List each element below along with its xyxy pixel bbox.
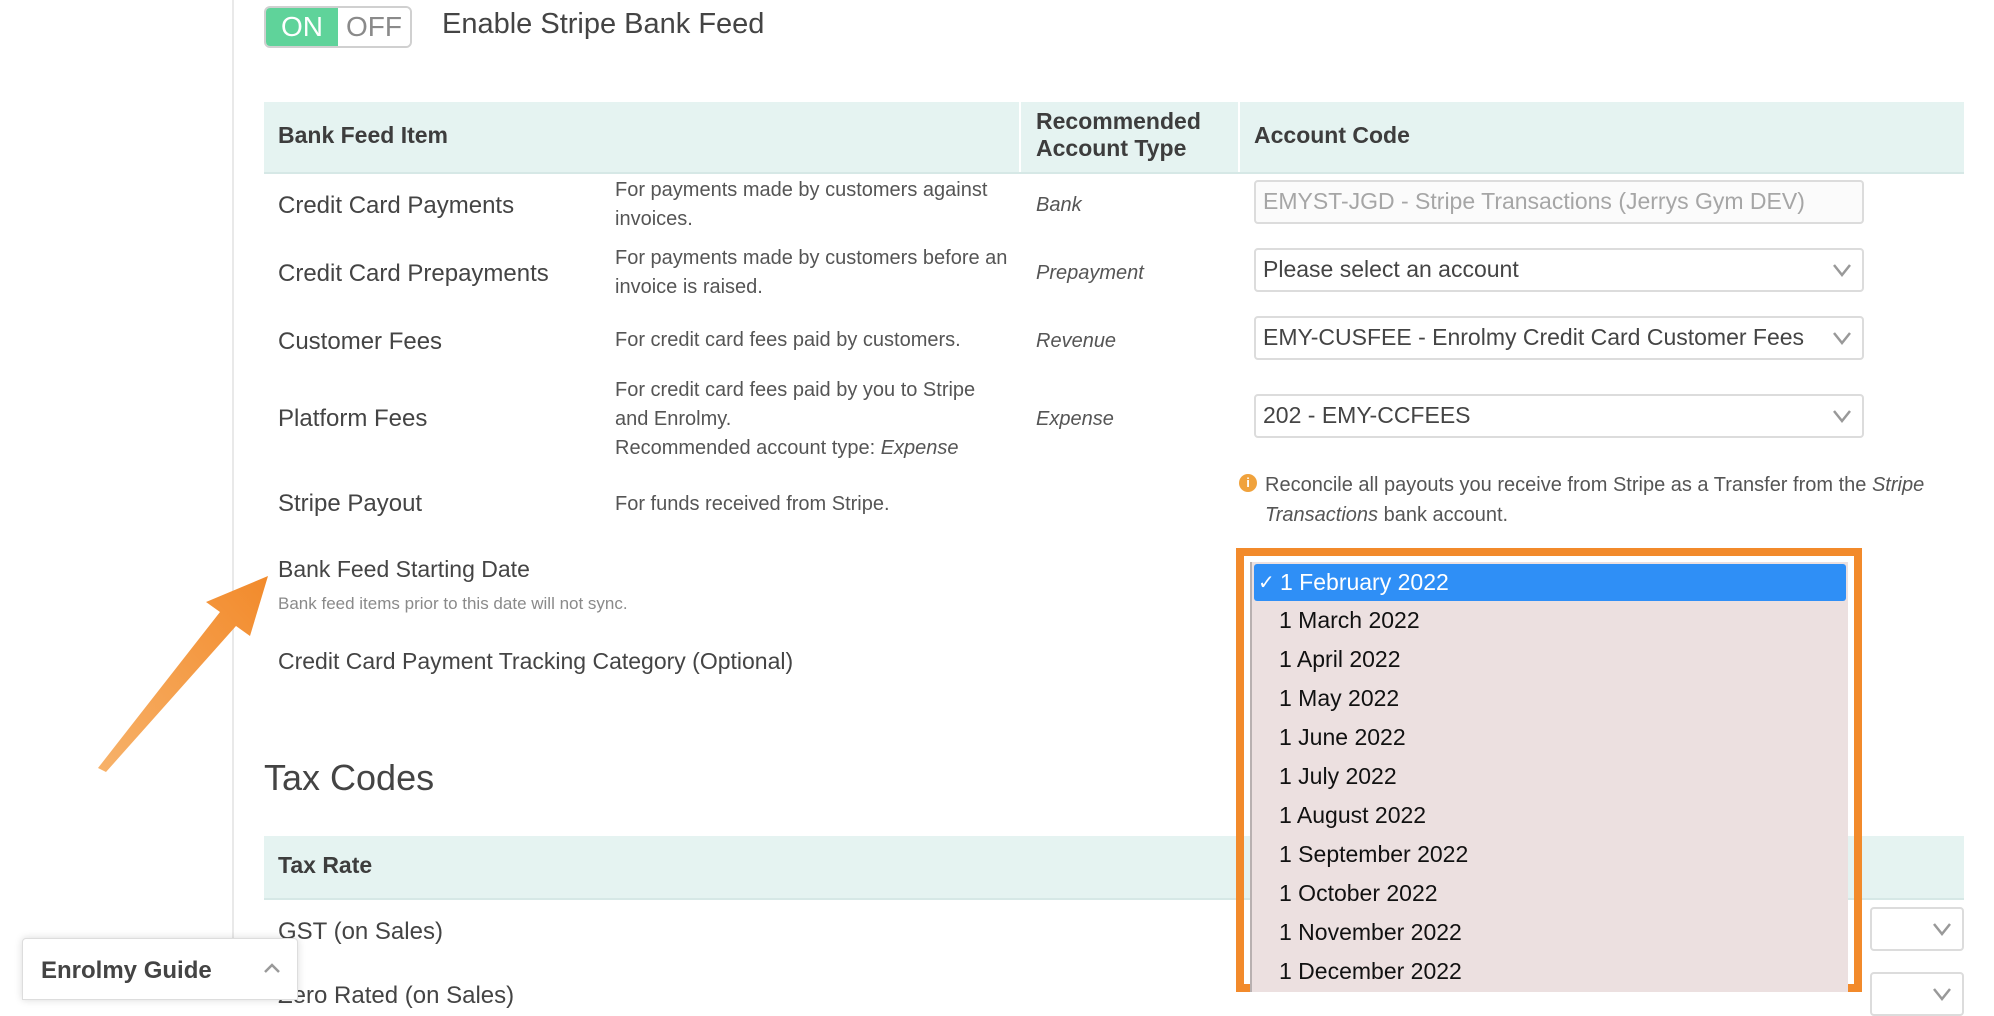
dropdown-option-label: 1 February 2022 xyxy=(1280,569,1449,595)
header-divider xyxy=(1019,102,1021,172)
desc-line: For payments made by customers against xyxy=(615,179,988,201)
dropdown-option-label: 1 September 2022 xyxy=(1279,841,1469,867)
account-select-credit-card-prepayments[interactable]: Please select an account xyxy=(1254,248,1864,292)
desc-line: For credit card fees paid by you to Stri… xyxy=(615,379,976,401)
row-label-stripe-payout: Stripe Payout xyxy=(278,490,423,517)
desc-line: and Enrolmy. xyxy=(615,408,732,430)
dropdown-option[interactable]: 1 August 2022 xyxy=(1252,796,1848,835)
select-value: Please select an account xyxy=(1263,256,1519,282)
dropdown-option[interactable]: 1 December 2022 xyxy=(1252,952,1848,991)
tax-row-label: GST (on Sales) xyxy=(278,918,443,945)
info-text-part: from the xyxy=(1787,474,1872,496)
dropdown-option[interactable]: 1 June 2022 xyxy=(1252,718,1848,757)
content-divider xyxy=(232,0,234,992)
desc-line: For credit card fees paid by customers. xyxy=(615,329,961,351)
header-bank-feed-item: Bank Feed Item xyxy=(278,122,448,148)
starting-date-dropdown-list[interactable]: ✓ 1 February 2022 1 March 2022 1 April 2022… xyxy=(1250,562,1848,992)
chevron-down-icon xyxy=(1933,988,1951,1002)
enable-bank-feed-toggle[interactable]: ON OFF xyxy=(264,6,412,48)
account-select-platform-fees[interactable]: 202 - EMY-CCFEES xyxy=(1254,394,1864,438)
desc-line: invoice is raised. xyxy=(615,276,763,298)
dropdown-option-label: 1 December 2022 xyxy=(1279,958,1462,984)
dropdown-option-label: 1 November 2022 xyxy=(1279,919,1462,945)
chevron-up-icon[interactable] xyxy=(263,961,281,975)
row-type: Bank xyxy=(1036,194,1082,216)
row-label-customer-fees: Customer Fees xyxy=(278,328,443,355)
row-desc: For credit card fees paid by you to Stri… xyxy=(615,376,1015,463)
tax-row-label: Zero Rated (on Sales) xyxy=(278,982,515,1009)
dropdown-option[interactable]: 1 April 2022 xyxy=(1252,640,1848,679)
dropdown-option-label: 1 June 2022 xyxy=(1279,724,1406,750)
toggle-label: Enable Stripe Bank Feed xyxy=(442,8,765,40)
row-desc: For credit card fees paid by customers. xyxy=(615,326,1015,355)
info-text-transfer: Transfer xyxy=(1713,474,1788,496)
desc-line: For payments made by customers before an xyxy=(615,247,1008,269)
desc-italic: Expense xyxy=(880,437,959,459)
payout-info-text: Reconcile all payouts you receive from S… xyxy=(1265,470,1945,530)
starting-date-hint: Bank feed items prior to this date will … xyxy=(278,594,628,613)
dropdown-option[interactable]: 1 March 2022 xyxy=(1252,601,1848,640)
row-desc: For funds received from Stripe. xyxy=(615,490,1015,519)
row-label-credit-card-payments: Credit Card Payments xyxy=(278,192,515,219)
header-recommended-type: Recommended Account Type xyxy=(1036,108,1201,162)
tax-code-select[interactable] xyxy=(1870,907,1964,951)
tax-codes-title: Tax Codes xyxy=(264,757,435,798)
select-value: EMY-CUSFEE - Enrolmy Credit Card Custome… xyxy=(1263,324,1805,350)
row-desc: For payments made by customers before an… xyxy=(615,244,1015,302)
chevron-down-icon xyxy=(1833,410,1851,424)
row-type: Prepayment xyxy=(1036,262,1144,284)
dropdown-option-label: 1 April 2022 xyxy=(1279,646,1401,672)
chevron-down-icon xyxy=(1833,332,1851,346)
dropdown-option[interactable]: 1 November 2022 xyxy=(1252,913,1848,952)
dropdown-option-label: 1 August 2022 xyxy=(1279,802,1427,828)
row-type: Expense xyxy=(1036,408,1114,430)
desc-line: For funds received from Stripe. xyxy=(615,493,890,515)
row-desc: For payments made by customers against i… xyxy=(615,176,1015,234)
header-type-line2: Account Type xyxy=(1036,135,1187,161)
chevron-down-icon xyxy=(1933,923,1951,937)
row-label-platform-fees: Platform Fees xyxy=(278,405,428,432)
tax-code-select[interactable] xyxy=(1870,972,1964,1016)
desc-text: Recommended account type: xyxy=(615,437,881,459)
row-type: Revenue xyxy=(1036,330,1117,352)
desc-line: invoices. xyxy=(615,208,693,230)
row-label-credit-card-prepayments: Credit Card Prepayments xyxy=(278,260,549,287)
info-text-part: bank account. xyxy=(1378,504,1509,526)
dropdown-option-label: 1 October 2022 xyxy=(1279,880,1438,906)
dropdown-option-label: 1 May 2022 xyxy=(1279,685,1400,711)
header-tax-rate: Tax Rate xyxy=(278,852,373,878)
account-select-customer-fees[interactable]: EMY-CUSFEE - Enrolmy Credit Card Custome… xyxy=(1254,316,1864,360)
dropdown-option[interactable]: 1 May 2022 xyxy=(1252,679,1848,718)
starting-date-label: Bank Feed Starting Date xyxy=(278,556,530,582)
toggle-off-option[interactable]: OFF xyxy=(338,8,410,46)
header-divider xyxy=(1238,102,1240,172)
info-icon: i xyxy=(1239,474,1257,492)
header-account-code: Account Code xyxy=(1254,122,1410,148)
guide-label: Enrolmy Guide xyxy=(41,957,212,984)
dropdown-option-label: 1 July 2022 xyxy=(1279,763,1397,789)
chevron-down-icon xyxy=(1833,264,1851,278)
enrolmy-guide-widget[interactable]: Enrolmy Guide xyxy=(22,938,298,1000)
info-text-part: Reconcile all payouts you receive from S… xyxy=(1265,474,1714,496)
toggle-on-option[interactable]: ON xyxy=(266,8,338,46)
dropdown-option[interactable]: 1 October 2022 xyxy=(1252,874,1848,913)
annotation-arrow-icon xyxy=(98,576,268,772)
tracking-category-label: Credit Card Payment Tracking Category (O… xyxy=(278,648,794,674)
account-field-credit-card-payments: EMYST-JGD - Stripe Transactions (Jerrys … xyxy=(1254,180,1864,224)
dropdown-option[interactable]: 1 September 2022 xyxy=(1252,835,1848,874)
desc-line: Recommended account type: Expense xyxy=(615,434,1015,463)
dropdown-option[interactable]: 1 July 2022 xyxy=(1252,757,1848,796)
header-type-line1: Recommended xyxy=(1036,108,1201,134)
dropdown-option[interactable]: ✓ 1 February 2022 xyxy=(1254,564,1846,601)
select-value: 202 - EMY-CCFEES xyxy=(1263,402,1471,428)
checkmark-icon: ✓ xyxy=(1258,572,1275,594)
dropdown-option-label: 1 March 2022 xyxy=(1279,607,1420,633)
